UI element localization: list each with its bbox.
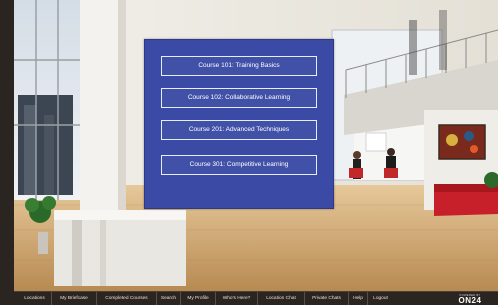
nav-search[interactable]: Search xyxy=(157,292,181,305)
course-selection-panel: Course 101: Training Basics Course 102: … xyxy=(144,39,334,209)
on24-logo: POWERED BY ON24 xyxy=(448,293,492,305)
course-101-button[interactable]: Course 101: Training Basics xyxy=(161,56,317,76)
course-102-button[interactable]: Course 102: Collaborative Learning xyxy=(161,88,317,108)
nav-location-chat[interactable]: Location Chat xyxy=(258,292,305,305)
nav-my-profile[interactable]: My Profile xyxy=(181,292,216,305)
nav-help[interactable]: Help xyxy=(349,292,368,305)
nav-completed-courses[interactable]: Completed Courses xyxy=(97,292,157,305)
virtual-environment-window: Course 101: Training Basics Course 102: … xyxy=(0,0,498,305)
lobby-scene: Course 101: Training Basics Course 102: … xyxy=(14,0,498,291)
bottom-navigation-bar: Locations My Briefcase Completed Courses… xyxy=(14,291,498,305)
brand-name: ON24 xyxy=(458,296,482,305)
nav-private-chats[interactable]: Private Chats xyxy=(305,292,349,305)
nav-locations[interactable]: Locations xyxy=(18,292,52,305)
left-border xyxy=(0,0,14,305)
nav-logout[interactable]: Logout xyxy=(368,292,393,305)
nav-whos-here[interactable]: Who's Here? xyxy=(216,292,258,305)
nav-my-briefcase[interactable]: My Briefcase xyxy=(52,292,97,305)
course-301-button[interactable]: Course 301: Competitive Learning xyxy=(161,155,317,175)
course-201-button[interactable]: Course 201: Advanced Techniques xyxy=(161,120,317,140)
